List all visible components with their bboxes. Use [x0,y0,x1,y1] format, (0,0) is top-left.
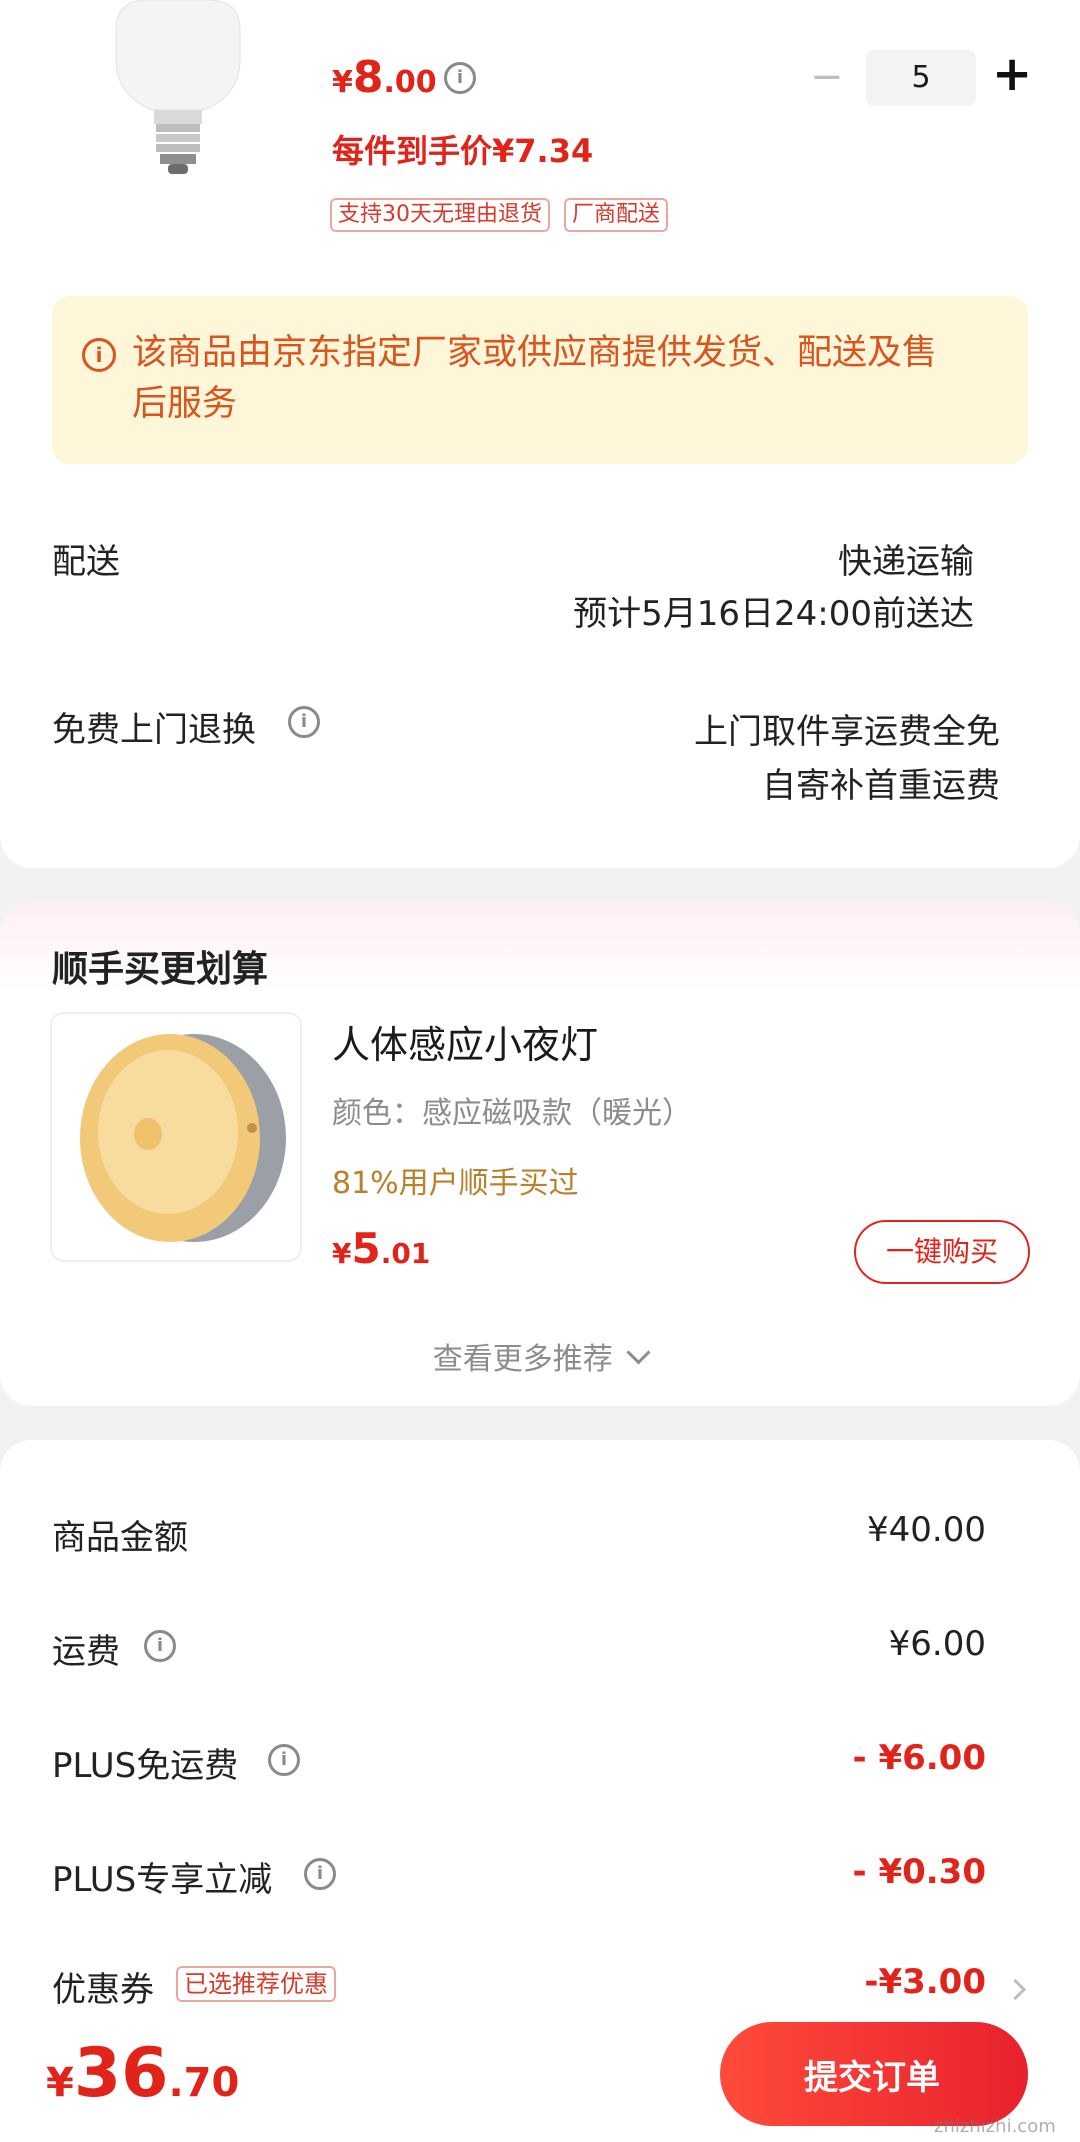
nightlight-thumbnail[interactable] [50,1012,302,1262]
see-more-recommend[interactable]: 查看更多推荐 [0,1334,1080,1378]
total-dec: .70 [168,2060,240,2106]
price-info-icon[interactable]: i [444,62,476,94]
summary-plus-discount-value: - ¥0.30 [852,1852,987,1892]
returns-line1: 上门取件享运费全免 [694,712,1000,752]
coupon-chevron-right-icon[interactable] [1004,1978,1027,2001]
bottom-bar: ¥36.70 提交订单 zhizhizhi.com [0,2008,1080,2142]
summary-coupon-label: 优惠券 [52,1970,154,2010]
recommend-card: 顺手买更划算 人体感应小夜灯 颜色：感应磁吸款（暖光） 81%用户顺手买过 ¥5… [0,902,1080,1406]
summary-goods-label: 商品金额 [52,1518,188,1558]
summary-plus-freeship-value: - ¥6.00 [852,1738,987,1778]
returns-line2: 自寄补首重运费 [762,766,1000,806]
recommend-item-price: ¥5.01 [332,1224,430,1273]
vendor-notice: i 该商品由京东指定厂家或供应商提供发货、配送及售后服务 [52,296,1028,464]
order-total: ¥36.70 [46,2034,239,2113]
price-int: 8 [352,52,384,103]
summary-shipping-label: 运费 [52,1632,120,1672]
tag-vendor-delivery: 厂商配送 [564,198,669,232]
returns-info-icon[interactable]: i [288,706,320,738]
price-symbol: ¥ [332,65,353,100]
quantity-increase-button[interactable]: + [992,44,1032,104]
service-tags: 支持30天无理由退货 厂商配送 [330,198,669,232]
total-int: 36 [73,2034,169,2113]
recommend-price-int: 5 [351,1224,381,1273]
tag-return-30days: 支持30天无理由退货 [330,198,550,232]
recommend-price-symbol: ¥ [332,1237,352,1270]
recommend-item-variant: 颜色：感应磁吸款（暖光） [332,1096,692,1131]
recommend-item-name[interactable]: 人体感应小夜灯 [332,1014,598,1069]
one-click-buy-button[interactable]: 一键购买 [854,1220,1030,1284]
product-price: ¥8.00 [332,52,437,103]
notice-info-icon: i [82,338,116,372]
product-thumbnail[interactable] [108,0,248,190]
quantity-input[interactable]: 5 [866,50,976,106]
watermark: zhizhizhi.com [934,2116,1056,2137]
summary-plus-freeship-label: PLUS免运费 [52,1746,239,1786]
delivery-label: 配送 [52,542,120,582]
summary-plus-discount-label: PLUS专享立减 [52,1860,273,1900]
per-item-price: 每件到手价¥7.34 [332,132,594,170]
notice-text: 该商品由京东指定厂家或供应商提供发货、配送及售后服务 [132,333,938,424]
plus-discount-info-icon[interactable]: i [304,1858,336,1890]
recommend-title: 顺手买更划算 [52,949,269,990]
returns-label: 免费上门退换 [52,710,256,750]
total-symbol: ¥ [46,2060,74,2106]
summary-coupon-value[interactable]: -¥3.00 [864,1962,986,2002]
submit-order-button[interactable]: 提交订单 [720,2022,1028,2126]
delivery-method[interactable]: 快递运输 [838,534,974,583]
see-more-label: 查看更多推荐 [432,1342,613,1377]
recommend-item-stat: 81%用户顺手买过 [332,1166,579,1201]
chevron-down-icon [626,1340,651,1365]
shipping-info-icon[interactable]: i [144,1630,176,1662]
recommend-price-dec: .01 [380,1237,431,1270]
summary-shipping-value: ¥6.00 [888,1624,986,1664]
summary-goods-value: ¥40.00 [867,1510,986,1550]
price-dec: .00 [383,65,437,100]
plus-freeship-info-icon[interactable]: i [268,1744,300,1776]
submit-order-label: 提交订单 [804,2058,940,2098]
delivery-eta[interactable]: 预计5月16日24:00前送达 [573,586,974,635]
coupon-badge: 已选推荐优惠 [176,1966,336,2002]
quantity-decrease-button[interactable]: − [810,52,844,102]
product-card: ¥8.00 i − 5 + 每件到手价¥7.34 支持30天无理由退货 厂商配送… [0,0,1080,868]
